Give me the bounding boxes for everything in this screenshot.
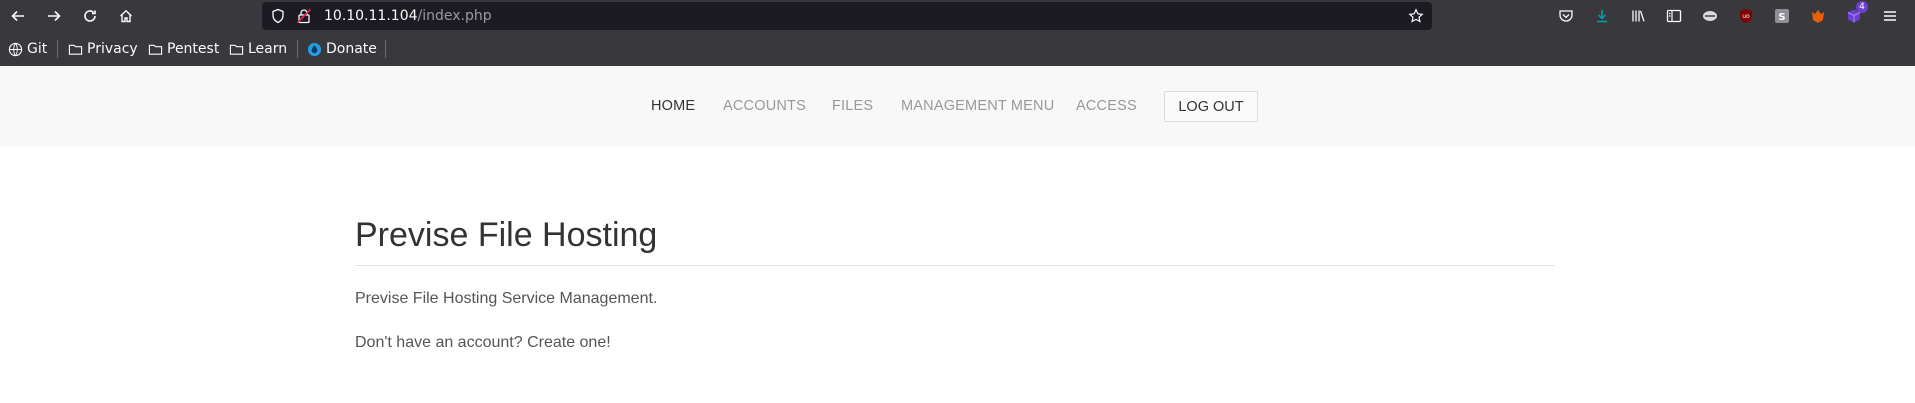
folder-icon — [148, 44, 163, 55]
bookmark-separator — [57, 40, 58, 58]
forward-button[interactable] — [42, 4, 66, 28]
globe-icon — [8, 42, 23, 56]
arrow-right-icon — [48, 10, 61, 22]
url-bar[interactable]: 10.10.11.104/index.php — [262, 2, 1432, 30]
bookmark-donate[interactable]: Donate — [307, 40, 377, 58]
download-icon[interactable] — [1594, 8, 1610, 24]
hamburger-menu-icon[interactable] — [1882, 8, 1898, 24]
sidebar-icon[interactable] — [1666, 8, 1682, 24]
library-icon[interactable] — [1630, 8, 1646, 24]
donate-icon — [307, 42, 322, 56]
reload-button[interactable] — [78, 4, 102, 28]
bookmark-folder-learn[interactable]: Learn — [229, 40, 287, 58]
shield-icon[interactable] — [270, 8, 286, 24]
pocket-icon[interactable] — [1558, 8, 1574, 24]
bookmark-folder-pentest[interactable]: Pentest — [148, 40, 219, 58]
folder-icon — [229, 44, 244, 55]
svg-text:uo: uo — [1742, 13, 1750, 20]
insecure-lock-icon[interactable] — [296, 8, 312, 24]
svg-text:S: S — [1778, 12, 1785, 23]
signup-prompt: Don't have an account? Create one! — [355, 334, 611, 351]
arrow-left-icon — [11, 10, 24, 22]
back-button[interactable] — [6, 4, 30, 28]
nav-accounts[interactable]: ACCOUNTS — [723, 98, 806, 114]
bookmark-folder-privacy[interactable]: Privacy — [68, 40, 138, 58]
bookmark-star-icon[interactable] — [1408, 8, 1424, 24]
foxyproxy-icon[interactable] — [1810, 8, 1826, 24]
bookmarks-bar: Git Privacy Pentest Learn Donate — [0, 32, 1915, 67]
nav-files[interactable]: FILES — [832, 98, 873, 114]
logout-button[interactable]: LOG OUT — [1164, 91, 1258, 122]
extension-badge: 4 — [1856, 1, 1868, 13]
nav-home[interactable]: HOME — [651, 98, 695, 114]
page-title: Previse File Hosting — [355, 216, 658, 254]
title-divider — [355, 265, 1555, 266]
nav-management-menu[interactable]: MANAGEMENT MENU — [901, 98, 1054, 114]
reload-icon — [84, 10, 96, 22]
site-navbar: HOME ACCOUNTS FILES MANAGEMENT MENU ACCE… — [0, 66, 1915, 146]
bookmark-separator — [385, 40, 386, 58]
extension-s-icon[interactable]: S — [1774, 8, 1790, 24]
folder-icon — [68, 44, 83, 55]
browser-toolbar: 10.10.11.104/index.php uo S 4 — [0, 0, 1915, 32]
service-description: Previse File Hosting Service Management. — [355, 290, 658, 307]
ublock-origin-icon[interactable]: uo — [1738, 8, 1754, 24]
extension-cookie-icon[interactable] — [1702, 8, 1718, 24]
home-button[interactable] — [114, 4, 138, 28]
bookmark-git[interactable]: Git — [8, 40, 47, 58]
bookmark-separator — [297, 40, 298, 58]
home-icon — [120, 9, 132, 23]
url-text[interactable]: 10.10.11.104/index.php — [324, 8, 492, 24]
nav-access[interactable]: ACCESS — [1076, 98, 1137, 114]
